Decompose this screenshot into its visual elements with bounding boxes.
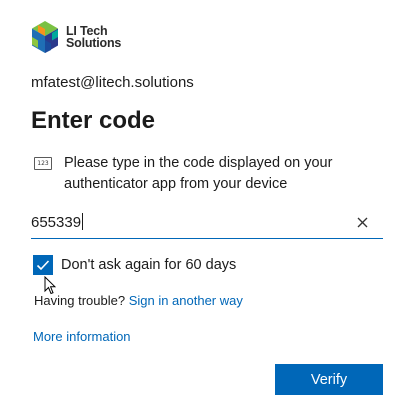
code-input[interactable]: 655339 <box>31 213 351 231</box>
clear-icon[interactable] <box>351 211 373 233</box>
text-caret <box>82 213 84 230</box>
code-field[interactable]: 655339 <box>31 206 383 239</box>
more-information-link[interactable]: More information <box>33 329 131 344</box>
verify-button[interactable]: Verify <box>275 364 383 395</box>
remember-label[interactable]: Don't ask again for 60 days <box>61 257 236 273</box>
verification-code-icon: 123 <box>34 157 52 170</box>
sign-in-another-way-link[interactable]: Sign in another way <box>129 293 243 308</box>
trouble-line: Having trouble? Sign in another way <box>34 293 243 308</box>
code-input-value: 655339 <box>31 214 82 231</box>
instruction-text: Please type in the code displayed on you… <box>64 155 333 192</box>
account-email: mfatest@litech.solutions <box>31 74 194 91</box>
mfa-verification-page: LI Tech Solutions mfatest@litech.solutio… <box>0 0 404 415</box>
remember-device-option[interactable]: Don't ask again for 60 days <box>33 255 236 275</box>
remember-checkbox[interactable] <box>33 255 53 275</box>
cube-logo-icon <box>32 21 58 53</box>
trouble-label: Having trouble? <box>34 293 126 308</box>
page-title: Enter code <box>31 107 156 134</box>
instruction-block: 123 Please type in the code displayed on… <box>34 153 374 195</box>
company-logo: LI Tech Solutions <box>30 18 121 56</box>
company-name-line-2: Solutions <box>66 36 122 50</box>
company-name: LI Tech Solutions <box>66 25 122 50</box>
checkmark-icon <box>36 260 50 271</box>
